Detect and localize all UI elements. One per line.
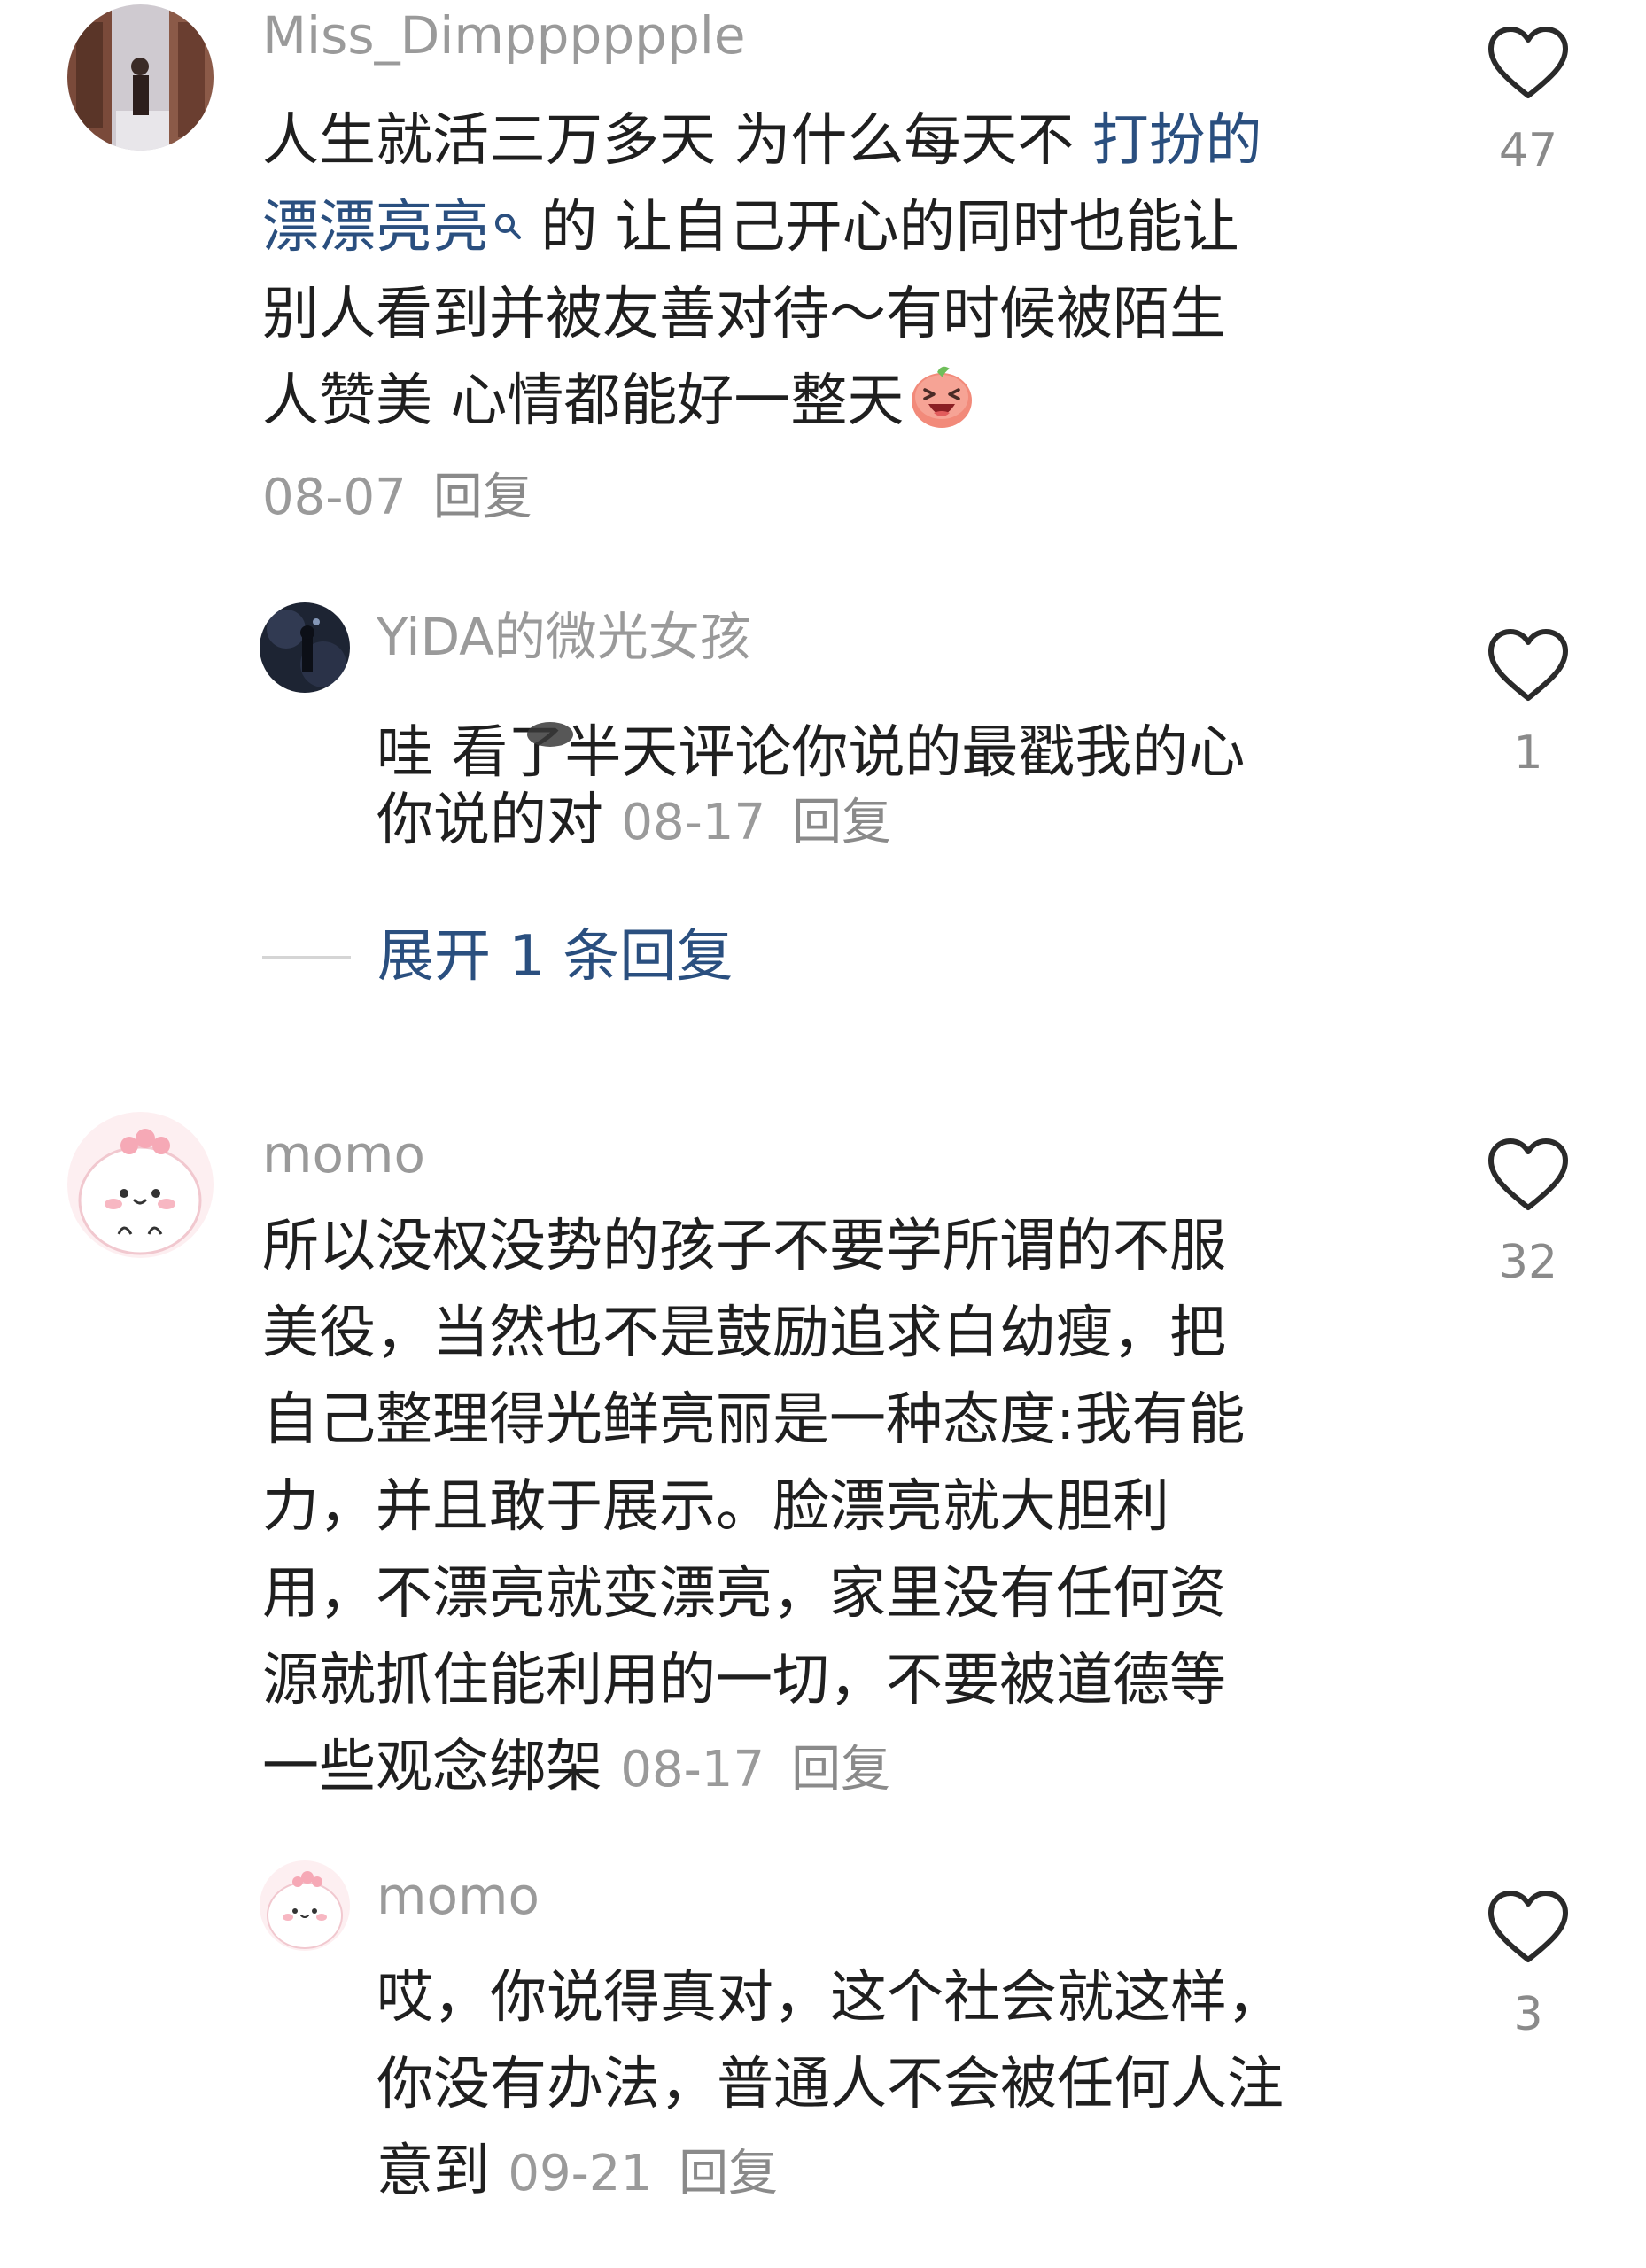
text-segment: 的 让自己开心的同时也能让 — [523, 195, 1239, 260]
heart-outline-icon — [1488, 27, 1568, 98]
text-segment: 你说的对 — [377, 788, 603, 853]
avatar[interactable] — [67, 4, 214, 151]
text-segment: 半天评论你说的最戳我的心 — [564, 720, 1246, 786]
expand-replies-label: 展开 1 条回复 — [377, 924, 734, 990]
like-button[interactable]: 32 — [1475, 1137, 1581, 1291]
reply-line: 哎，你说得真对，这个社会就这样， — [377, 1965, 1284, 2031]
reply-button[interactable]: 回复 — [791, 1741, 890, 1798]
comment-line: 所以没权没势的孩子不要学所谓的不服 — [262, 1214, 1226, 1279]
comment-item: Miss_Dimpppppple 人生就活三万多天 为什么每天不 打扮的 漂漂亮… — [0, 0, 1646, 1019]
topic-link[interactable]: 打扮的 — [1092, 108, 1262, 174]
like-count: 3 — [1513, 1988, 1543, 2041]
reply-avatar[interactable] — [260, 602, 350, 693]
like-count: 1 — [1513, 726, 1543, 780]
comment-line: 人生就活三万多天 为什么每天不 打扮的 — [262, 97, 1262, 184]
username[interactable]: momo — [262, 1123, 425, 1185]
reply-avatar[interactable] — [260, 1860, 350, 1951]
comment-line: 人赞美 心情都能好一整天 — [262, 358, 1262, 445]
comment-line: 用，不漂亮就变漂亮，家里没有任何资 — [262, 1561, 1226, 1627]
reply-username[interactable]: momo — [377, 1865, 540, 1927]
reply-line: 哇 看了半天评论你说的最戳我的心 — [377, 690, 1245, 786]
comment-line: 自己整理得光鲜亮丽是一种态度:我有能 — [262, 1387, 1246, 1453]
comment-line: 美役，当然也不是鼓励追求白幼瘦，把 — [262, 1301, 1226, 1366]
comment-item: momo 所以没权没势的孩子不要学所谓的不服 美役，当然也不是鼓励追求白幼瘦，把… — [0, 1107, 1646, 2259]
reply-text: 哎，你说得真对，这个社会就这样， 你没有办法，普通人不会被任何人注 意到 09-… — [377, 1954, 1284, 2215]
comment-date: 08-07 — [262, 469, 407, 526]
heart-outline-icon — [1488, 1891, 1568, 1962]
avatar-image — [67, 1112, 214, 1258]
reply-username[interactable]: YiDA的微光女孩 — [377, 606, 751, 668]
like-button[interactable]: 3 — [1475, 1889, 1581, 2043]
text-segment: 人赞美 心情都能好一整天 — [262, 369, 905, 434]
comment-line: 别人看到并被友善对待～有时候被陌生 — [262, 282, 1226, 347]
username[interactable]: Miss_Dimpppppple — [262, 4, 746, 66]
comment-line: 源就抓住能利用的一切，不要被道德等 — [262, 1648, 1226, 1713]
text-segment: 一些观念绑架 — [262, 1735, 602, 1800]
reply-button[interactable]: 回复 — [792, 794, 891, 851]
reply-text: 哇 看了半天评论你说的最戳我的心 你说的对 08-17 回复 — [377, 690, 1245, 864]
text-segment: 意到 — [377, 2139, 490, 2204]
reply-date: 09-21 — [508, 2145, 653, 2202]
reply-line: 你说的对 08-17 回复 — [377, 777, 1245, 864]
comment-date: 08-17 — [620, 1741, 765, 1798]
avatar[interactable] — [67, 1112, 214, 1258]
like-count: 47 — [1498, 124, 1558, 177]
topic-link[interactable]: 漂漂亮亮 — [262, 195, 523, 260]
topic-link-text: 漂漂亮亮 — [262, 195, 489, 260]
comment-line: 一些观念绑架 08-17 回复 — [262, 1724, 1246, 1811]
avatar-image — [260, 1860, 350, 1951]
heart-outline-icon — [1488, 1138, 1568, 1210]
search-icon — [493, 184, 523, 239]
reply-line: 你没有办法，普通人不会被任何人注 — [377, 2052, 1284, 2117]
reply-line: 意到 09-21 回复 — [377, 2128, 1284, 2215]
comment-text: 所以没权没势的孩子不要学所谓的不服 美役，当然也不是鼓励追求白幼瘦，把 自己整理… — [262, 1203, 1246, 1811]
comment-line: 力，并且敢于展示。脸漂亮就大胆利 — [262, 1474, 1169, 1540]
like-count: 32 — [1498, 1236, 1558, 1289]
reply-button[interactable]: 回复 — [679, 2145, 778, 2202]
like-button[interactable]: 47 — [1475, 25, 1581, 179]
like-button[interactable]: 1 — [1475, 627, 1581, 781]
expand-replies-button[interactable]: 展开 1 条回复 — [262, 921, 733, 992]
heart-outline-icon — [1488, 629, 1568, 701]
comment-meta: 08-07 回复 — [262, 467, 532, 529]
avatar-image — [67, 4, 214, 151]
divider — [262, 955, 351, 959]
comment-text: 人生就活三万多天 为什么每天不 打扮的 漂漂亮亮 的 让自己开心的同时也能让 别… — [262, 97, 1262, 445]
reply-date: 08-17 — [621, 794, 766, 851]
text-segment: 人生就活三万多天 为什么每天不 — [262, 108, 1092, 174]
reply-button[interactable]: 回复 — [433, 469, 532, 526]
laughing-face-emoji-icon — [907, 361, 976, 431]
avatar-image — [260, 602, 350, 693]
comment-line: 漂漂亮亮 的 让自己开心的同时也能让 — [262, 184, 1262, 271]
